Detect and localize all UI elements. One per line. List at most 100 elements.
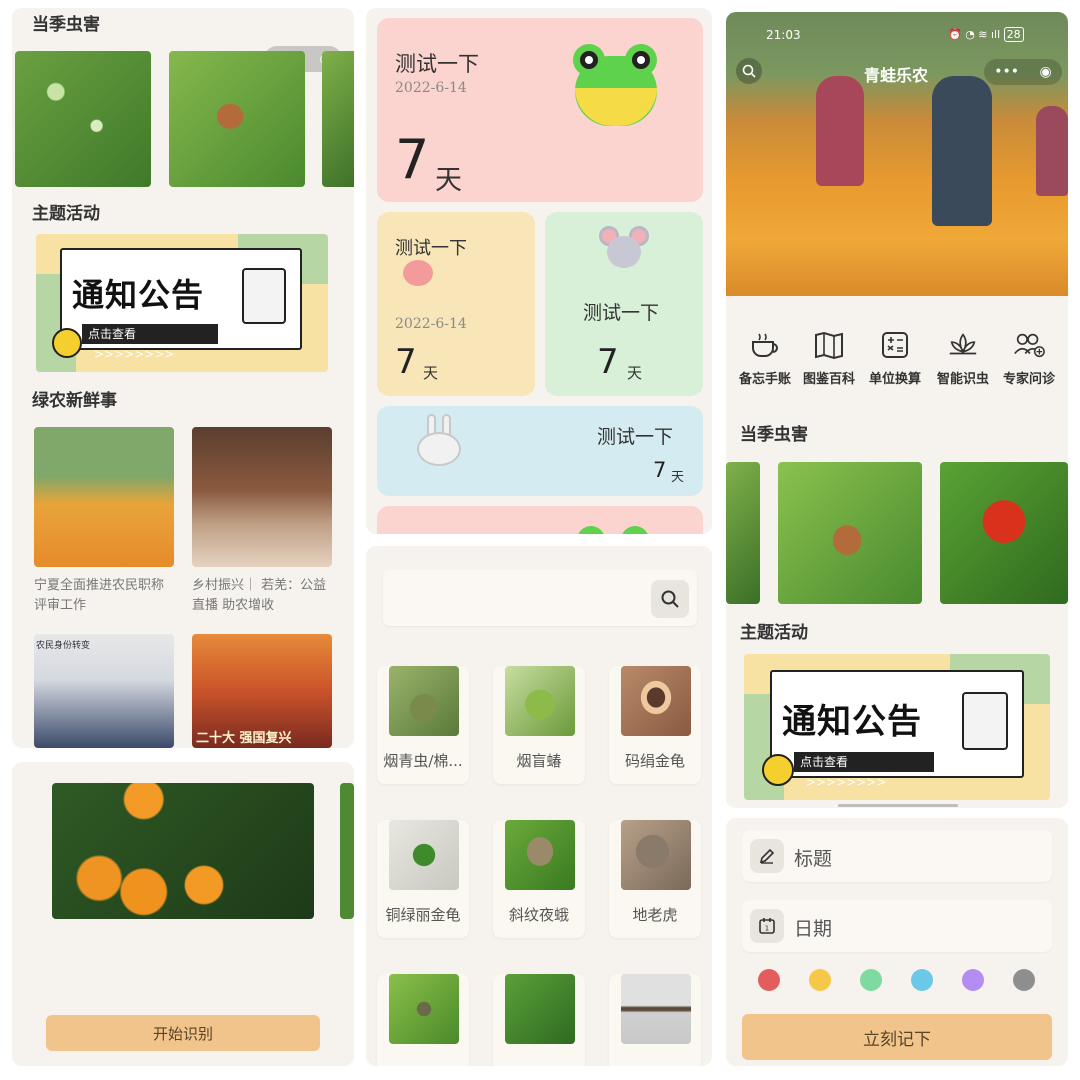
search-button[interactable]: [651, 580, 689, 618]
pest-card-9-partial[interactable]: [609, 974, 701, 1066]
pest-image: [389, 666, 459, 736]
pest-card-8-partial[interactable]: [493, 974, 585, 1066]
pest-name: 烟盲蝽: [516, 752, 562, 770]
tool-encyclopedia[interactable]: 图鉴百科: [796, 328, 862, 387]
app-title: 青蛙乐农: [864, 66, 929, 85]
more-icon[interactable]: •••: [994, 64, 1019, 80]
start-recognition-button[interactable]: 开始识别: [46, 1015, 320, 1051]
pest-photo-3[interactable]: [322, 51, 354, 187]
hero-search-button[interactable]: [736, 58, 762, 84]
pest-card-2[interactable]: 烟盲蝽: [493, 666, 585, 784]
color-option-purple[interactable]: [962, 969, 984, 991]
color-option-yellow[interactable]: [809, 969, 831, 991]
smiley-icon: [52, 328, 82, 358]
pest-name: 铜绿丽金龟: [385, 906, 461, 924]
close-target-icon[interactable]: ◉: [1040, 64, 1052, 80]
card4-title: 测试一下: [597, 426, 674, 448]
notice-cta-label: 点击查看: [800, 755, 849, 769]
rabbit-icon: [415, 414, 463, 466]
experts-icon: [1012, 328, 1046, 362]
countdown-card-2[interactable]: 测试一下 2022-6-14 7 天: [377, 212, 535, 396]
calendar-icon: 1: [750, 909, 784, 943]
section-title-activity: 主题活动: [740, 623, 808, 643]
save-note-button[interactable]: 立刻记下: [742, 1014, 1052, 1060]
pest-image: [505, 666, 575, 736]
news-title-2[interactable]: 乡村振兴｜ 若羌：公益直播 助农增收: [192, 576, 332, 616]
section-title-pests: 当季虫害: [32, 15, 100, 35]
pest-photo-stinkbug[interactable]: [778, 462, 922, 604]
pest-card-7-partial[interactable]: [377, 974, 469, 1066]
search-icon: [742, 64, 756, 78]
news-title-1[interactable]: 宁夏全面推进农民职称评审工作: [34, 576, 174, 616]
card3-unit: 天: [627, 364, 643, 382]
lotus-icon: [946, 328, 980, 362]
news-photo-1[interactable]: [34, 427, 174, 567]
pest-image: [389, 820, 459, 890]
miniapp-capsule-right[interactable]: ••• ◉: [984, 59, 1062, 85]
news-photo-3[interactable]: 农民身份转变: [34, 634, 174, 748]
pest-photo-left[interactable]: [726, 462, 760, 604]
card4-unit: 天: [671, 470, 685, 485]
section-title-news: 绿农新鲜事: [32, 391, 117, 411]
notice-title: 通知公告: [782, 702, 922, 742]
notice-arrows: >>>>>>>>: [806, 775, 887, 789]
news-photo-2[interactable]: [192, 427, 332, 567]
date-placeholder: 日期: [794, 918, 833, 940]
card1-title: 测试一下: [395, 52, 479, 76]
date-field[interactable]: 1 日期: [742, 900, 1052, 952]
pest-name: 码绢金龟: [624, 752, 685, 770]
smiley-icon: [762, 754, 794, 786]
search-box[interactable]: [383, 570, 697, 626]
pest-card-4[interactable]: 铜绿丽金龟: [377, 820, 469, 938]
countdown-card-1[interactable]: 测试一下 2022-6-14 7 天: [377, 18, 703, 202]
countdown-card-4[interactable]: 测试一下 7 天: [377, 406, 703, 496]
status-icons: ⏰ ◔ ≋ ıll 28: [948, 27, 1024, 42]
pest-name: 斜纹夜蛾: [508, 906, 569, 924]
pest-card-1[interactable]: 烟青虫/棉...: [377, 666, 469, 784]
card4-number: 7: [653, 458, 667, 482]
color-option-gray[interactable]: [1013, 969, 1035, 991]
pest-card-5[interactable]: 斜纹夜蛾: [493, 820, 585, 938]
tool-smart-pest[interactable]: 智能识虫: [930, 328, 996, 387]
pest-card-6[interactable]: 地老虎: [609, 820, 701, 938]
battery-level: 28: [1003, 27, 1024, 42]
title-field[interactable]: 标题: [742, 830, 1052, 882]
encyclopedia-panel: 烟青虫/棉... 烟盲蝽 码绢金龟 铜绿丽金龟 斜纹夜蛾 地老虎: [366, 546, 712, 1066]
pig-icon: [403, 260, 433, 286]
pest-image: [621, 974, 691, 1044]
tool-label: 备忘手账: [738, 372, 791, 387]
search-input[interactable]: [393, 580, 633, 616]
pest-image: [621, 820, 691, 890]
home-panel: 21:03 ⏰ ◔ ≋ ıll 28 青蛙乐农 ••• ◉ 备忘手账 图鉴百科 …: [726, 12, 1068, 808]
notice-cta-label: 点击查看: [88, 327, 137, 341]
card2-number: 7: [395, 342, 417, 382]
color-option-blue[interactable]: [911, 969, 933, 991]
news-photo-4[interactable]: 二十大 强国复兴: [192, 634, 332, 748]
pest-photo-1[interactable]: [15, 51, 151, 187]
tool-label: 单位换算: [868, 372, 921, 387]
card1-number: 7: [395, 128, 430, 191]
pest-image: [505, 974, 575, 1044]
side-photo: [340, 783, 354, 919]
scroll-paper-icon: [242, 268, 286, 324]
color-option-green[interactable]: [860, 969, 882, 991]
color-option-red[interactable]: [758, 969, 780, 991]
countdown-card-5-partial[interactable]: [377, 506, 703, 534]
notice-title: 通知公告: [72, 276, 205, 314]
countdown-panel: 测试一下 2022-6-14 7 天 测试一下 2022-6-14 7 天 测试…: [366, 8, 712, 534]
tool-unit-convert[interactable]: 单位换算: [862, 328, 928, 387]
svg-text:1: 1: [765, 925, 769, 933]
tool-expert[interactable]: 专家问诊: [996, 328, 1062, 387]
pest-photo-ladybug[interactable]: [940, 462, 1068, 604]
recognize-panel: 开始识别: [12, 762, 354, 1066]
notice-banner-right[interactable]: 通知公告 点击查看 >>>>>>>>: [744, 654, 1050, 800]
tool-memo[interactable]: 备忘手账: [732, 328, 798, 387]
status-time: 21:03: [766, 28, 801, 42]
pest-card-3[interactable]: 码绢金龟: [609, 666, 701, 784]
pest-photo-2[interactable]: [169, 51, 305, 187]
countdown-card-3[interactable]: 测试一下 7 天: [545, 212, 703, 396]
card2-title: 测试一下: [395, 238, 467, 259]
notice-card: 通知公告 点击查看 >>>>>>>>: [770, 670, 1024, 789]
card2-date: 2022-6-14: [395, 316, 467, 332]
notice-banner[interactable]: 通知公告 点击查看 >>>>>>>>: [36, 234, 328, 372]
